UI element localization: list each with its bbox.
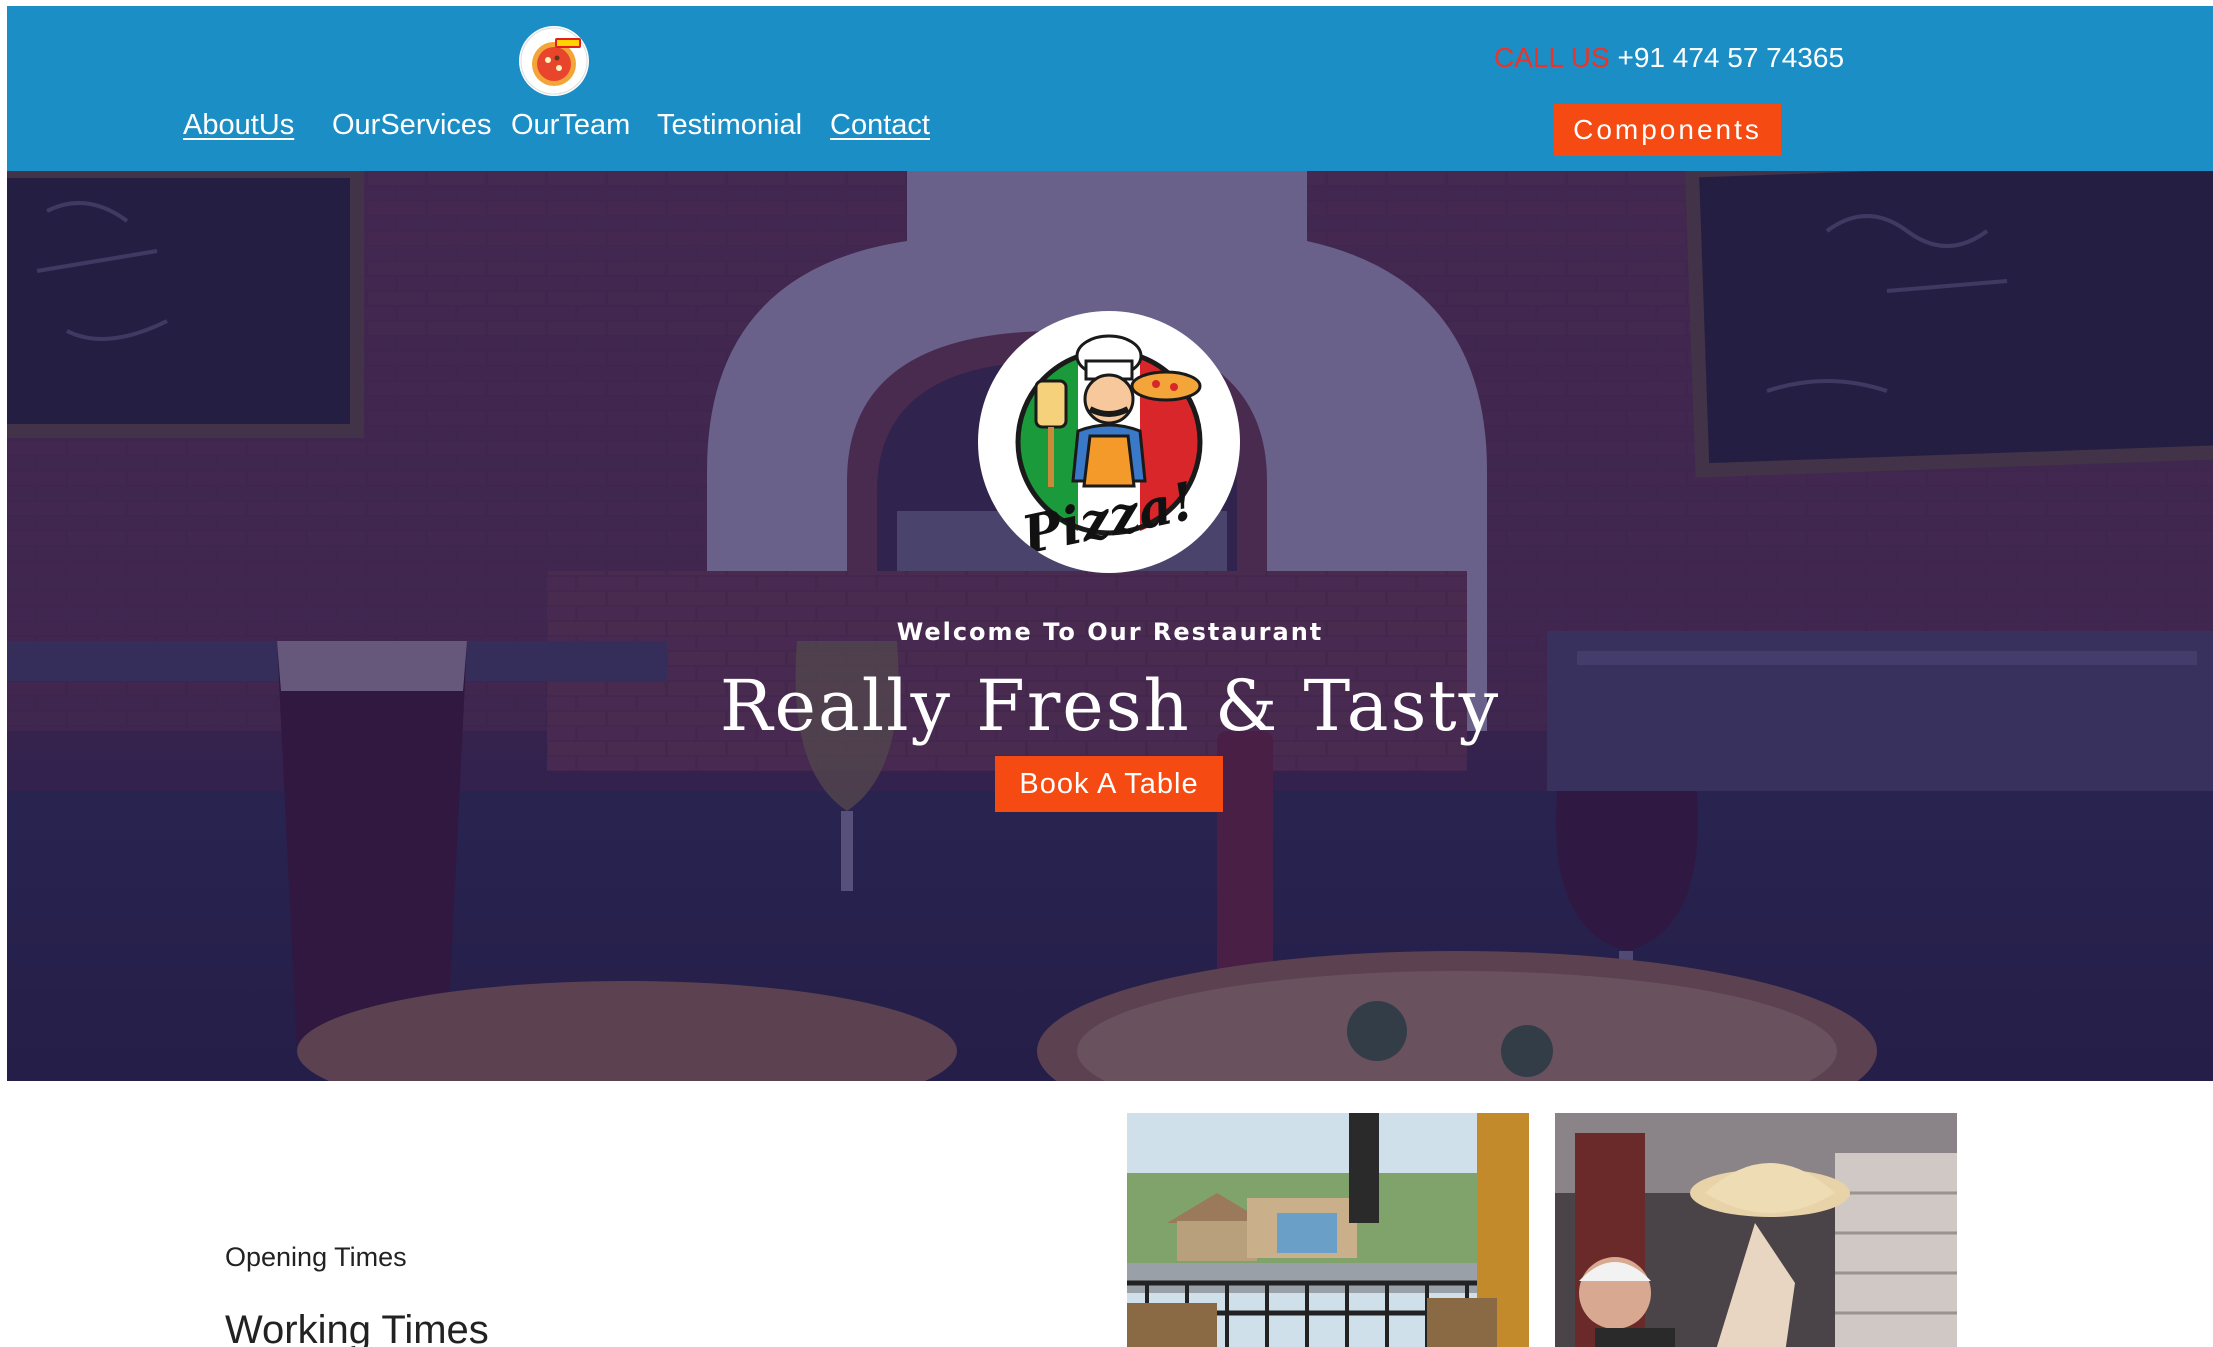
components-button[interactable]: Components: [1554, 104, 1781, 156]
restaurant-patio-photo: [1127, 1113, 1529, 1347]
hero-headline: Really Fresh & Tasty: [719, 665, 1501, 747]
opening-times-label: Opening Times: [225, 1242, 407, 1272]
hero-banner: Pizza! Welcome To Our Restaurant Really …: [7, 171, 2213, 1081]
pizza-logo-icon[interactable]: [519, 26, 589, 96]
book-table-button[interactable]: Book A Table: [995, 756, 1223, 812]
pizza-chef-logo-icon: Pizza!: [978, 311, 1240, 573]
nav-our-services[interactable]: OurServices: [332, 109, 492, 142]
nav-testimonial[interactable]: Testimonial: [657, 109, 802, 142]
working-times-heading: Working Times: [225, 1308, 489, 1347]
call-us-label: CALL US: [1494, 42, 1610, 73]
phone-number[interactable]: +91 474 57 74365: [1617, 42, 1844, 73]
nav-our-team[interactable]: OurTeam: [511, 109, 630, 142]
page: AboutUs OurServices OurTeam Testimonial …: [7, 6, 2213, 1347]
pizza-chef-photo: [1555, 1113, 1957, 1347]
nav-contact[interactable]: Contact: [830, 109, 930, 142]
welcome-text: Welcome To Our Restaurant: [896, 618, 1324, 646]
site-header: AboutUs OurServices OurTeam Testimonial …: [7, 6, 2213, 171]
nav-about-us[interactable]: AboutUs: [183, 109, 294, 142]
call-us: CALL US +91 474 57 74365: [1494, 42, 1844, 74]
